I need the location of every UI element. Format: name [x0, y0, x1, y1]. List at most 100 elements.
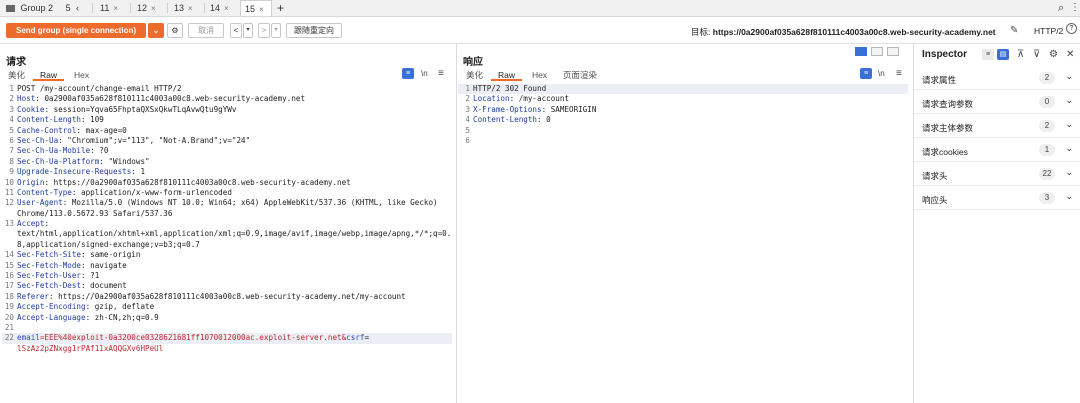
pretty-format-icon[interactable]: ≡ — [860, 68, 872, 79]
help-icon[interactable]: ? — [1066, 23, 1077, 34]
panel-divider[interactable] — [456, 44, 457, 403]
send-dropdown-button[interactable]: ⌄ — [148, 23, 164, 38]
close-icon[interactable]: ✕ — [1066, 49, 1074, 61]
inspector-row-response-headers[interactable]: 响应头 3 ⌄ — [914, 186, 1080, 210]
code-line: 8,application/signed-exchange;v=b3;q=0.7 — [17, 239, 200, 249]
chevron-down-icon[interactable]: ⌄ — [1065, 167, 1073, 178]
code-line: 12 User-Agent: Mozilla/5.0 (Windows NT 10… — [4, 198, 438, 208]
tab-separator — [204, 3, 205, 13]
inspector-row-request-attributes[interactable]: 请求属性 2 ⌄ — [914, 66, 1080, 90]
edit-target-icon[interactable]: ✎ — [1010, 25, 1018, 37]
folder-icon — [6, 5, 15, 12]
layout-tabs-icon[interactable] — [887, 47, 899, 56]
chevron-down-icon[interactable]: ⌄ — [1065, 119, 1073, 130]
tab-separator — [130, 3, 131, 13]
newline-icon[interactable]: \n — [421, 68, 428, 80]
request-tabs: 美化 Raw Hex — [8, 69, 128, 83]
tab-pretty[interactable]: 美化 — [8, 69, 25, 81]
code-line: 15 Sec-Fetch-Mode: navigate — [4, 260, 127, 270]
request-title: 请求 — [6, 57, 26, 68]
tab-render[interactable]: 页面渲染 — [563, 69, 597, 81]
gear-icon[interactable]: ⚙ — [1049, 49, 1058, 61]
follow-redirect-button[interactable]: 跟随重定向 — [286, 23, 342, 38]
code-line: 6 Sec-Ch-Ua: "Chromium";v="113", "Not-A.B… — [9, 135, 251, 145]
chevron-down-icon[interactable]: ⌄ — [1065, 143, 1073, 154]
code-line: 7 Sec-Ch-Ua-Mobile: ?0 — [9, 146, 109, 156]
response-title: 响应 — [463, 57, 483, 68]
code-line: 3 X-Frame-Options: SAMEORIGIN — [465, 104, 597, 114]
add-tab-button[interactable]: + — [277, 0, 289, 16]
tab-bar: Group 2 5 ‹ 11 × 12 × 13 × 14 × 15 × + ⌕ ⋮ — [0, 0, 1080, 17]
code-line: 4 Content-Length: 109 — [9, 115, 104, 125]
previous-dropdown-icon[interactable]: ▾ — [243, 23, 253, 38]
collapse-all-icon[interactable]: ⊼ — [1017, 49, 1024, 61]
group-count: 5 — [65, 3, 71, 13]
tab-12[interactable]: 12 × — [137, 0, 165, 16]
code-line: 10 Origin: https://0a2900af035a628f810111… — [4, 177, 351, 187]
search-icon[interactable]: ⌕ — [1058, 2, 1064, 14]
more-icon[interactable]: ⋮ — [1070, 2, 1080, 14]
code-line: text/html,application/xhtml+xml,applicat… — [17, 229, 452, 239]
expand-all-icon[interactable]: ⊽ — [1033, 49, 1040, 61]
code-line: 21 — [4, 322, 14, 332]
tab-hex[interactable]: Hex — [74, 69, 89, 81]
menu-icon[interactable]: ≡ — [896, 68, 902, 80]
code-line: 19 Accept-Encoding: gzip, deflate — [4, 302, 155, 312]
close-icon[interactable]: × — [113, 4, 118, 13]
count-badge: 1 — [1039, 144, 1055, 156]
inspector-row-body-params[interactable]: 请求主体参数 2 ⌄ — [914, 114, 1080, 138]
inspector-row-query-params[interactable]: 请求查询参数 0 ⌄ — [914, 90, 1080, 114]
code-line-body: 22 email=EEE%40exploit-0a3200ce0328621681… — [2, 333, 452, 344]
close-icon[interactable]: × — [259, 5, 264, 14]
tab-raw[interactable]: Raw — [491, 69, 523, 81]
code-line: 6 — [465, 135, 470, 145]
inspector-row-request-headers[interactable]: 请求头 22 ⌄ — [914, 162, 1080, 186]
newline-icon[interactable]: \n — [878, 68, 885, 80]
response-editor[interactable]: 1 HTTP/2 302 Found 2 Location: /my-account… — [458, 84, 908, 146]
tab-separator — [92, 3, 93, 13]
chevron-down-icon[interactable]: ⌄ — [1065, 71, 1073, 82]
chevron-down-icon[interactable]: ⌄ — [1065, 191, 1073, 202]
settings-button[interactable]: ⚙ — [167, 23, 183, 38]
tab-pretty[interactable]: 美化 — [466, 69, 483, 81]
tab-group[interactable]: Group 2 5 — [2, 0, 78, 16]
layout-side-by-side-icon[interactable] — [855, 47, 867, 56]
code-line: 4 Content-Length: 0 — [465, 115, 551, 125]
layout-stacked-icon[interactable] — [871, 47, 883, 56]
code-line: Chrome/113.0.5672.93 Safari/537.36 — [17, 208, 173, 218]
tab-11[interactable]: 11 × — [100, 0, 128, 16]
code-line: 1 POST /my-account/change-email HTTP/2 — [9, 84, 182, 93]
previous-button[interactable]: < — [230, 23, 242, 38]
list-view-icon[interactable]: ≡ — [982, 49, 994, 60]
table-view-icon[interactable]: ▤ — [997, 49, 1009, 60]
code-line: 11 Content-Type: application/x-www-form-u… — [4, 187, 232, 197]
next-button[interactable]: > — [258, 23, 270, 38]
request-editor[interactable]: 1 POST /my-account/change-email HTTP/2 2H… — [2, 84, 452, 354]
chevron-down-icon: ⌄ — [152, 26, 160, 35]
tab-14[interactable]: 14 × — [210, 0, 238, 16]
pretty-format-icon[interactable]: ≡ — [402, 68, 414, 79]
tab-raw[interactable]: Raw — [33, 69, 65, 81]
code-line: 2 Location: /my-account — [465, 94, 570, 104]
code-line: 20 Accept-Language: zh-CN,zh;q=0.9 — [4, 312, 159, 322]
close-icon[interactable]: × — [224, 4, 229, 13]
tab-hex[interactable]: Hex — [532, 69, 547, 81]
http-version[interactable]: HTTP/2 — [1034, 26, 1063, 36]
close-icon[interactable]: × — [151, 4, 156, 13]
tab-separator — [167, 3, 168, 13]
code-line: 14 Sec-Fetch-Site: same-origin — [4, 250, 141, 260]
code-line: 9 Upgrade-Insecure-Requests: 1 — [9, 167, 146, 177]
code-line: 2 Host: 0a2900af035a628f810111c4003a00c8.… — [9, 94, 306, 104]
tab-13[interactable]: 13 × — [174, 0, 202, 16]
close-icon[interactable]: × — [188, 4, 193, 13]
tabs-scroll-left-icon[interactable]: ‹ — [76, 0, 88, 16]
chevron-down-icon[interactable]: ⌄ — [1065, 95, 1073, 106]
inspector-row-cookies[interactable]: 请求cookies 1 ⌄ — [914, 138, 1080, 162]
send-group-button[interactable]: Send group (single connection) — [6, 23, 146, 38]
next-dropdown-icon[interactable]: ▾ — [271, 23, 281, 38]
toolbar: Send group (single connection) ⌄ ⚙ 取消 < … — [0, 17, 1080, 44]
menu-icon[interactable]: ≡ — [438, 68, 444, 80]
tab-15[interactable]: 15 × — [240, 0, 272, 16]
cancel-button[interactable]: 取消 — [188, 23, 224, 38]
code-line: 13 Accept: — [4, 219, 50, 229]
